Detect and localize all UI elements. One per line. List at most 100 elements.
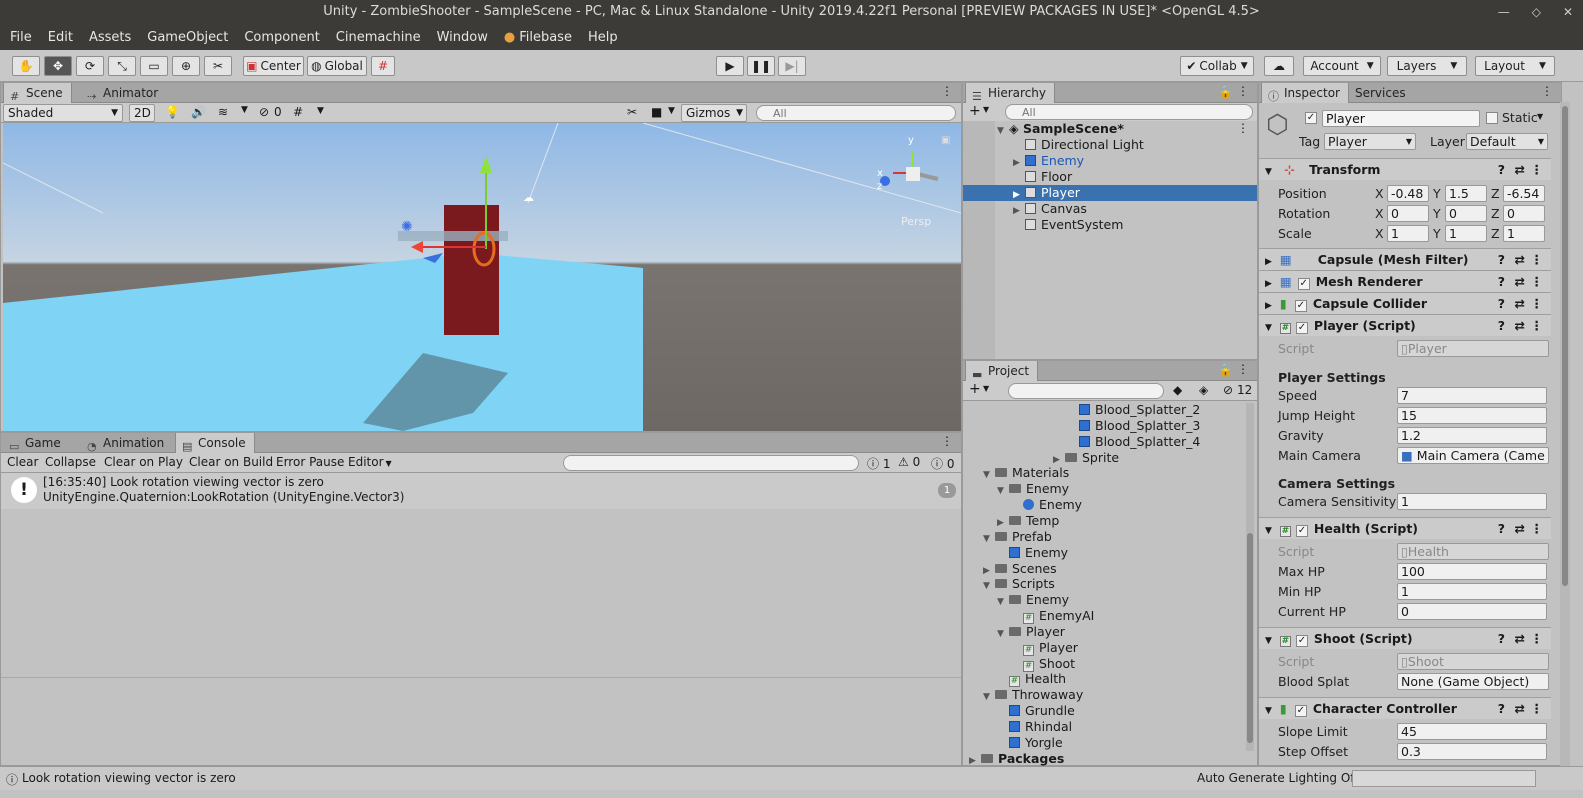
clear-button[interactable]: Clear — [7, 455, 38, 469]
component-menu-icon[interactable]: ⋮ — [1531, 159, 1544, 181]
help-icon[interactable]: ? — [1498, 315, 1505, 337]
main-camera-field[interactable]: ■ Main Camera (Came — [1397, 447, 1549, 464]
help-icon[interactable]: ? — [1498, 628, 1505, 650]
pause-button[interactable]: ❚❚ — [747, 56, 775, 76]
effects-icon[interactable]: ≋ — [218, 105, 228, 119]
transform-rotation-y-input[interactable]: 0 — [1445, 205, 1487, 222]
gizmos-dropdown[interactable]: Gizmos ▼ — [681, 104, 747, 122]
console-message-row[interactable]: ! [16:35:40] Look rotation viewing vecto… — [1, 473, 961, 509]
object-name-input[interactable]: Player — [1322, 110, 1480, 127]
hierarchy-search-input[interactable] — [1005, 104, 1253, 120]
step-offset-input[interactable]: 0.3 — [1397, 743, 1547, 760]
project-item[interactable]: ▼ Player — [997, 624, 1065, 640]
clear-on-build-button[interactable]: Clear on Build — [189, 455, 273, 469]
axis-z-label[interactable]: Z — [1491, 186, 1500, 201]
chevron-down-icon[interactable]: ▼ — [983, 105, 989, 114]
tab-animator[interactable]: ⇢ Animator — [81, 83, 166, 103]
menu-filebase[interactable]: Filebase — [519, 30, 572, 45]
tools-icon[interactable]: ✂ — [627, 105, 637, 119]
project-item[interactable]: ▼ Throwaway — [983, 687, 1083, 703]
transform-position-z-input[interactable]: -6.54 — [1503, 185, 1545, 202]
project-item[interactable]: ▼ Enemy — [997, 481, 1069, 497]
transform-position-x-input[interactable]: -0.48 — [1387, 185, 1429, 202]
player-script-field[interactable]: ▯Player — [1397, 340, 1549, 357]
x-axis-arrow[interactable] — [411, 241, 423, 253]
component-enabled-checkbox[interactable]: ✓ — [1294, 705, 1307, 717]
menu-edit[interactable]: Edit — [48, 30, 73, 45]
warning-toggle[interactable]: ⚠ 0 — [898, 455, 920, 469]
project-item[interactable]: Blood_Splatter_2 — [1067, 402, 1200, 418]
project-item[interactable]: ▼ Prefab — [983, 529, 1052, 545]
layer-dropdown[interactable]: Default ▼ — [1466, 133, 1548, 150]
transform-position-y-input[interactable]: 1.5 — [1445, 185, 1487, 202]
lock-icon[interactable]: 🔒 — [1218, 85, 1233, 99]
more-options-icon[interactable]: ⋮ — [1237, 84, 1249, 98]
capsule-collider-header[interactable]: ▶ ▮ ✓ Capsule Collider? ⇄ ⋮ — [1259, 292, 1551, 314]
play-button[interactable]: ▶ — [716, 56, 744, 76]
project-item[interactable]: # EnemyAI — [1011, 608, 1094, 625]
blood-splat-field[interactable]: None (Game Object) — [1397, 673, 1549, 690]
audio-icon[interactable]: 🔊 — [191, 105, 206, 119]
menu-cinemachine[interactable]: Cinemachine — [336, 30, 421, 45]
project-item[interactable]: Enemy — [1011, 497, 1082, 513]
help-icon[interactable]: ? — [1498, 518, 1505, 540]
chevron-down-icon[interactable]: ▼ — [983, 384, 989, 393]
player-capsule[interactable] — [444, 205, 499, 335]
more-options-icon[interactable]: ⋮ — [1237, 121, 1249, 135]
y-axis-arrow[interactable] — [480, 156, 492, 173]
expand-arrow-icon[interactable]: ▼ — [997, 594, 1009, 610]
chevron-down-icon[interactable]: ▼ — [317, 106, 324, 116]
project-item[interactable]: ▼ Enemy — [997, 592, 1069, 608]
tab-console[interactable]: ▤ Console — [175, 433, 255, 453]
orient-center-cube[interactable] — [906, 167, 920, 181]
component-menu-icon[interactable]: ⋮ — [1531, 293, 1544, 315]
chevron-down-icon[interactable]: ▼ — [668, 106, 675, 116]
axis-z-label[interactable]: Z — [1491, 206, 1500, 221]
status-message[interactable]: Look rotation viewing vector is zero — [22, 771, 236, 785]
shading-mode-dropdown[interactable]: Shaded ▼ — [3, 104, 123, 122]
project-item[interactable]: # Shoot — [1011, 656, 1075, 672]
more-options-icon[interactable]: ⋮ — [941, 434, 953, 448]
axis-x-label[interactable]: X — [1375, 226, 1384, 241]
lighting-status[interactable]: Auto Generate Lighting Off — [1197, 771, 1359, 785]
character-controller-header[interactable]: ▼ ▮ ✓ Character Controller? ⇄ ⋮ — [1259, 697, 1551, 719]
expand-arrow-icon[interactable]: ▼ — [983, 578, 995, 594]
transform-rotation-z-input[interactable]: 0 — [1503, 205, 1545, 222]
layers-dropdown[interactable]: Layers ▼ — [1387, 56, 1467, 76]
menu-window[interactable]: Window — [437, 30, 488, 45]
more-options-icon[interactable]: ⋮ — [941, 84, 953, 98]
menu-gameobject[interactable]: GameObject — [147, 30, 228, 45]
console-divider[interactable] — [1, 677, 961, 678]
tab-services[interactable]: Services — [1347, 83, 1414, 103]
hand-tool-icon[interactable]: ✋ — [12, 56, 40, 76]
project-item[interactable]: Rhindal — [997, 719, 1072, 735]
pivot-center-button[interactable]: ▣ Center — [243, 56, 304, 76]
preset-icon[interactable]: ⇄ — [1515, 698, 1525, 720]
hierarchy-item[interactable]: ▶ Canvas — [1013, 201, 1253, 217]
shoot-script-header[interactable]: ▼ # ✓ Shoot (Script)? ⇄ ⋮ — [1259, 627, 1551, 649]
console-search-input[interactable] — [563, 455, 859, 471]
transform-scale-z-input[interactable]: 1 — [1503, 225, 1545, 242]
health-script-header[interactable]: ▼ # ✓ Health (Script)? ⇄ ⋮ — [1259, 517, 1551, 539]
project-item[interactable]: ▶ Packages — [969, 751, 1064, 767]
component-enabled-checkbox[interactable]: ✓ — [1295, 635, 1308, 647]
project-scroll-thumb[interactable] — [1247, 533, 1253, 743]
scene-search-input[interactable] — [756, 105, 956, 121]
more-options-icon[interactable]: ⋮ — [1541, 84, 1553, 98]
inspector-scroll-thumb[interactable] — [1562, 106, 1568, 586]
pivot-global-button[interactable]: ◍ Global — [307, 56, 367, 76]
max-hp-input[interactable]: 100 — [1397, 563, 1547, 580]
layout-dropdown[interactable]: Layout ▼ — [1475, 56, 1555, 76]
menu-help[interactable]: Help — [588, 30, 618, 45]
scale-tool-icon[interactable]: ⤡ — [108, 56, 136, 76]
project-item[interactable]: Blood_Splatter_4 — [1067, 434, 1200, 450]
project-item[interactable]: ▼ Materials — [983, 465, 1069, 481]
gravity-input[interactable]: 1.2 — [1397, 427, 1547, 444]
expand-arrow-icon[interactable]: ▼ — [983, 531, 995, 547]
project-item[interactable]: Blood_Splatter_3 — [1067, 418, 1200, 434]
component-menu-icon[interactable]: ⋮ — [1531, 518, 1544, 540]
component-menu-icon[interactable]: ⋮ — [1531, 698, 1544, 720]
component-enabled-checkbox[interactable]: ✓ — [1295, 525, 1308, 537]
menu-component[interactable]: Component — [244, 30, 319, 45]
preset-icon[interactable]: ⇄ — [1515, 159, 1525, 181]
